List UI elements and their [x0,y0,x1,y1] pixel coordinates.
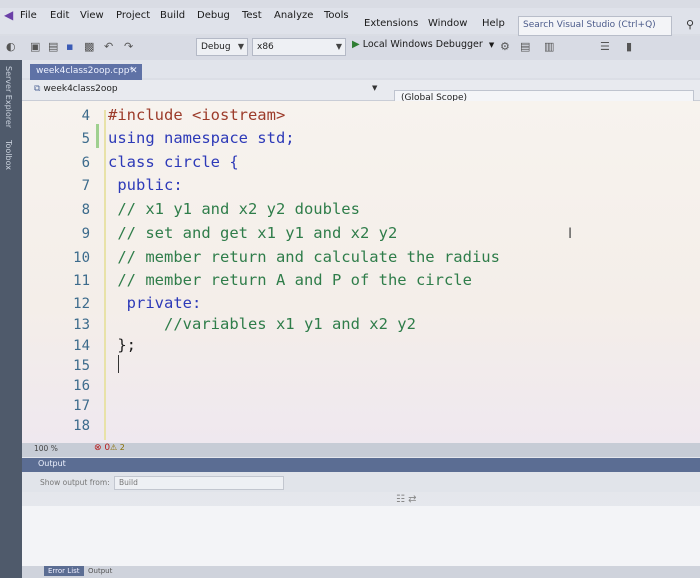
code-line: #include <iostream> [108,106,286,124]
code-line: // set and get x1 y1 and x2 y2 [108,224,398,242]
line-number: 16 [73,378,90,394]
start-debugging-button[interactable]: ▶ Local Windows Debugger ▼ [352,39,494,57]
menu-help[interactable]: Help [482,18,505,29]
code-line: // member return and calculate the radiu… [108,248,500,266]
line-number: 14 [73,338,90,354]
tab-week4class2oop-cpp[interactable]: week4class2oop.cpp* [30,64,142,80]
run-label: Local Windows Debugger [362,39,483,50]
tab-output[interactable]: Output [84,566,116,576]
code-line: //variables x1 y1 and x2 y2 [108,315,416,333]
code-line: class circle { [108,153,239,171]
back-icon[interactable]: ◐ [6,40,16,53]
save-all-icon[interactable]: ▩ [84,40,94,53]
chevron-down-icon: ▼ [237,42,244,51]
change-tracking-bar [96,124,99,148]
menu-extensions[interactable]: Extensions [364,18,418,29]
step-icon[interactable]: ▤ [520,40,530,53]
line-number: 13 [73,317,90,333]
project-dropdown[interactable]: ⧉ week4class2oop [30,82,370,98]
line-number: 18 [73,418,90,434]
output-content[interactable] [22,506,700,566]
show-output-from-label: Show output from: [40,478,110,487]
bookmark-icon[interactable]: ▥ [544,40,554,53]
text-cursor [118,355,119,373]
menu-file[interactable]: File [20,10,37,21]
toggle-icon[interactable]: ▮ [626,40,632,53]
undo-icon[interactable]: ↶ [104,40,113,53]
open-icon[interactable]: ▤ [48,40,58,53]
output-panel-header [22,458,700,472]
line-number: 11 [73,273,90,289]
line-number: 12 [73,296,90,312]
platform-select[interactable]: x86 ▼ [252,38,346,56]
menu-view[interactable]: View [80,10,104,21]
code-line: using namespace std; [108,129,295,147]
search-icon[interactable]: ⚲ [686,18,694,31]
play-icon: ▶ [352,39,360,50]
mouse-ibeam-cursor-icon: I [568,226,573,242]
redo-icon[interactable]: ↷ [124,40,133,53]
line-number: 9 [81,226,90,242]
visual-studio-logo-icon: ◀ [4,8,14,22]
project-icon: ⧉ [34,84,41,94]
menu-edit[interactable]: Edit [50,10,69,21]
line-number: 10 [73,250,90,266]
line-number: 8 [81,202,90,218]
toolbox-tab[interactable]: Toolbox [4,140,13,170]
new-item-icon[interactable]: ▣ [30,40,40,53]
menu-analyze[interactable]: Analyze [274,10,313,21]
server-explorer-tab[interactable]: Server Explorer [4,66,13,128]
error-count[interactable]: ⊗ 0 [94,443,110,453]
code-line: }; [108,336,136,354]
chevron-down-icon[interactable]: ▼ [372,84,377,92]
outline-guide [104,110,106,440]
side-tool-strip [0,60,22,578]
menu-debug[interactable]: Debug [197,10,230,21]
warning-count-value: 2 [119,443,125,452]
line-number: 5 [81,131,90,147]
line-number: 7 [81,178,90,194]
chevron-down-icon: ▼ [488,41,495,49]
line-number: 15 [73,358,90,374]
chevron-down-icon: ▼ [335,42,342,51]
close-icon[interactable]: ✕ [130,66,138,76]
solution-configuration-select[interactable]: Debug ▼ [196,38,248,56]
warning-count[interactable]: ⚠ 2 [110,443,125,452]
menu-project[interactable]: Project [116,10,150,21]
output-source-select[interactable]: Build [114,476,284,490]
save-icon[interactable]: ▪ [66,40,73,53]
menu-tools[interactable]: Tools [324,10,349,21]
search-input[interactable]: Search Visual Studio (Ctrl+Q) [518,16,672,36]
bottom-tab-row [22,566,700,578]
menu-window[interactable]: Window [428,18,467,29]
line-number: 4 [81,108,90,124]
line-number: 6 [81,155,90,171]
visual-studio-window: ◀ File Edit View Project Build Debug Tes… [0,0,700,578]
code-line: public: [108,176,183,194]
project-name: week4class2oop [43,84,118,94]
debug-tools-icon[interactable]: ⚙ [500,40,510,53]
zoom-level[interactable]: 100 % [34,444,58,453]
tab-error-list[interactable]: Error List [44,566,84,576]
code-line: // member return A and P of the circle [108,271,472,289]
line-number: 17 [73,398,90,414]
menu-build[interactable]: Build [160,10,185,21]
comment-icon[interactable]: ☰ [600,40,610,53]
menu-test[interactable]: Test [242,10,262,21]
platform-value: x86 [257,42,274,52]
solution-configuration-value: Debug [201,42,231,52]
code-line: private: [108,294,202,312]
code-line: // x1 y1 and x2 y2 doubles [108,200,360,218]
output-tool-icons[interactable]: ☷ ⇄ [396,494,417,505]
output-panel-title: Output [38,459,66,468]
